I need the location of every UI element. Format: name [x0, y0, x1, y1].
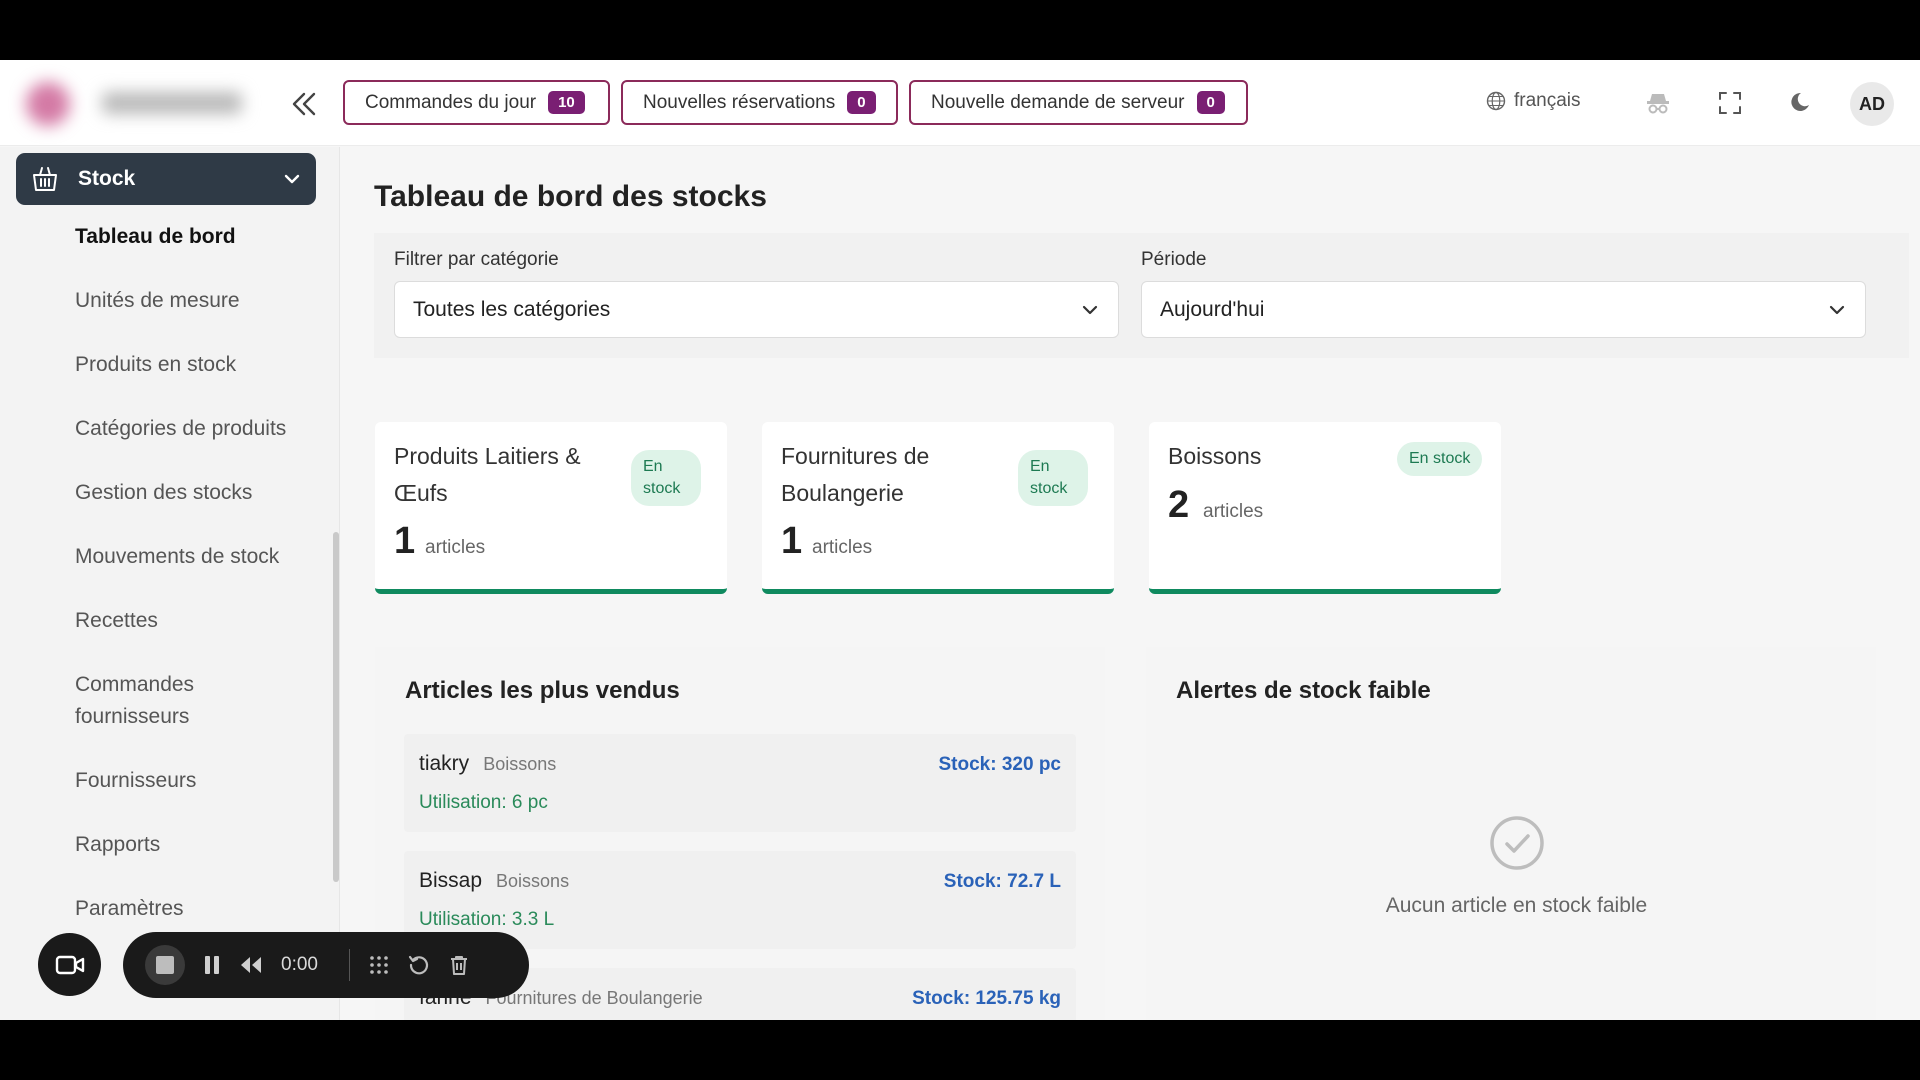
recorder-divider	[349, 949, 350, 981]
chevron-down-icon	[284, 174, 300, 184]
server-request-badge: 0	[1196, 91, 1225, 114]
top-header: Commandes du jour 10 Nouvelles réservati…	[0, 60, 1920, 146]
category-card[interactable]: Produits Laitiers & Œufs En stock 1 arti…	[375, 422, 727, 594]
item-category: Boissons	[496, 871, 570, 891]
sidebar-section-stock[interactable]: Stock	[16, 153, 316, 205]
pause-icon[interactable]	[203, 955, 221, 975]
orders-today-badge: 10	[548, 91, 585, 114]
sidebar-item-commandes-fournisseurs[interactable]: Commandes fournisseurs	[75, 669, 235, 733]
category-count-label: articles	[425, 537, 486, 558]
language-label: français	[1514, 90, 1581, 111]
trash-icon[interactable]	[448, 954, 470, 976]
filters-panel: Filtrer par catégorie Toutes les catégor…	[374, 233, 1909, 358]
item-name: tiakry	[419, 752, 470, 775]
chevron-down-icon	[1829, 305, 1845, 314]
page-title: Tableau de bord des stocks	[374, 180, 767, 213]
low-stock-title: Alertes de stock faible	[1176, 677, 1431, 704]
main-content: Tableau de bord des stocks Filtrer par c…	[341, 147, 1920, 1020]
period-select-value: Aujourd'hui	[1160, 297, 1265, 321]
sidebar-item-produits-en-stock[interactable]: Produits en stock	[75, 349, 325, 381]
period-select[interactable]: Aujourd'hui	[1141, 281, 1866, 338]
recorder-stop-button[interactable]	[145, 945, 185, 985]
new-reservations-label: Nouvelles réservations	[643, 91, 836, 113]
sidebar-item-mouvements-de-stock[interactable]: Mouvements de stock	[75, 541, 325, 573]
top-sellers-title: Articles les plus vendus	[405, 677, 680, 704]
status-badge: En stock	[631, 450, 701, 506]
status-badge: En stock	[1018, 450, 1088, 506]
category-card[interactable]: Fournitures de Boulangerie En stock 1 ar…	[762, 422, 1114, 594]
new-reservations-badge: 0	[847, 91, 876, 114]
incognito-icon[interactable]	[1644, 89, 1672, 117]
chevron-down-icon	[1082, 305, 1098, 314]
restart-icon[interactable]	[408, 954, 430, 976]
category-count-label: articles	[812, 537, 873, 558]
collapse-sidebar-icon[interactable]	[288, 88, 320, 120]
logo	[22, 76, 252, 130]
item-usage: Utilisation: 6 pc	[419, 792, 548, 813]
user-avatar[interactable]: AD	[1850, 82, 1894, 126]
sidebar-nav: Tableau de bord Unités de mesure Produit…	[75, 221, 325, 957]
sidebar-item-recettes[interactable]: Recettes	[75, 605, 325, 637]
item-category: Boissons	[483, 754, 557, 774]
letterbox-bottom	[0, 1020, 1920, 1080]
low-stock-empty-text: Aucun article en stock faible	[1385, 894, 1648, 917]
sidebar-item-gestion-des-stocks[interactable]: Gestion des stocks	[75, 477, 325, 509]
list-item[interactable]: tiakry Boissons Stock: 320 pc Utilisation…	[404, 734, 1076, 832]
new-reservations-button[interactable]: Nouvelles réservations 0	[621, 80, 898, 125]
category-name: Boissons	[1168, 443, 1262, 469]
recorder-camera-button[interactable]	[38, 933, 101, 996]
recorder-toolbar: 0:00	[123, 932, 529, 998]
sidebar-item-rapports[interactable]: Rapports	[75, 829, 325, 861]
orders-today-label: Commandes du jour	[365, 91, 537, 113]
category-name: Fournitures de Boulangerie	[781, 443, 930, 506]
globe-icon	[1486, 91, 1506, 111]
recorder-timer: 0:00	[281, 954, 318, 975]
fullscreen-icon[interactable]	[1716, 89, 1744, 117]
item-name: Bissap	[419, 869, 483, 892]
category-count: 1	[394, 520, 416, 562]
server-request-label: Nouvelle demande de serveur	[931, 91, 1185, 113]
item-usage: Utilisation: 3.3 L	[419, 909, 555, 930]
sidebar-item-parametres[interactable]: Paramètres	[75, 893, 325, 925]
category-name: Produits Laitiers & Œufs	[394, 443, 581, 506]
grid-dots-icon[interactable]	[368, 954, 390, 976]
item-stock: Stock: 72.7 L	[943, 871, 1061, 892]
category-select[interactable]: Toutes les catégories	[394, 281, 1119, 338]
item-category: Fournitures de Boulangerie	[485, 988, 703, 1008]
category-count: 1	[781, 520, 803, 562]
sidebar-item-tableau-de-bord[interactable]: Tableau de bord	[75, 221, 325, 253]
sidebar-item-unites-de-mesure[interactable]: Unités de mesure	[75, 285, 325, 317]
category-select-value: Toutes les catégories	[413, 297, 611, 321]
basket-icon	[33, 167, 57, 191]
dark-mode-icon[interactable]	[1787, 89, 1815, 117]
language-selector[interactable]: français	[1486, 90, 1581, 112]
category-filter-label: Filtrer par catégorie	[394, 249, 559, 270]
period-filter-label: Période	[1141, 249, 1207, 270]
rewind-icon[interactable]	[239, 955, 263, 975]
letterbox-top	[0, 0, 1920, 60]
server-request-button[interactable]: Nouvelle demande de serveur 0	[909, 80, 1248, 125]
item-stock: Stock: 125.75 kg	[912, 988, 1061, 1009]
orders-today-button[interactable]: Commandes du jour 10	[343, 80, 610, 125]
sidebar-scrollbar[interactable]	[333, 532, 339, 882]
app: Commandes du jour 10 Nouvelles réservati…	[0, 60, 1920, 1020]
category-count-label: articles	[1203, 501, 1264, 522]
status-badge: En stock	[1397, 442, 1483, 476]
category-card[interactable]: Boissons En stock 2 articles	[1149, 422, 1501, 594]
video-camera-icon	[55, 955, 84, 974]
category-count: 2	[1168, 484, 1190, 526]
sidebar: Stock Tableau de bord Unités de mesure P…	[0, 147, 340, 1020]
sidebar-item-categories-de-produits[interactable]: Catégories de produits	[75, 413, 325, 445]
check-circle-icon	[1490, 816, 1544, 870]
sidebar-item-fournisseurs[interactable]: Fournisseurs	[75, 765, 325, 797]
sidebar-section-label: Stock	[78, 167, 136, 190]
stop-icon	[156, 956, 174, 974]
item-stock: Stock: 320 pc	[938, 754, 1062, 775]
